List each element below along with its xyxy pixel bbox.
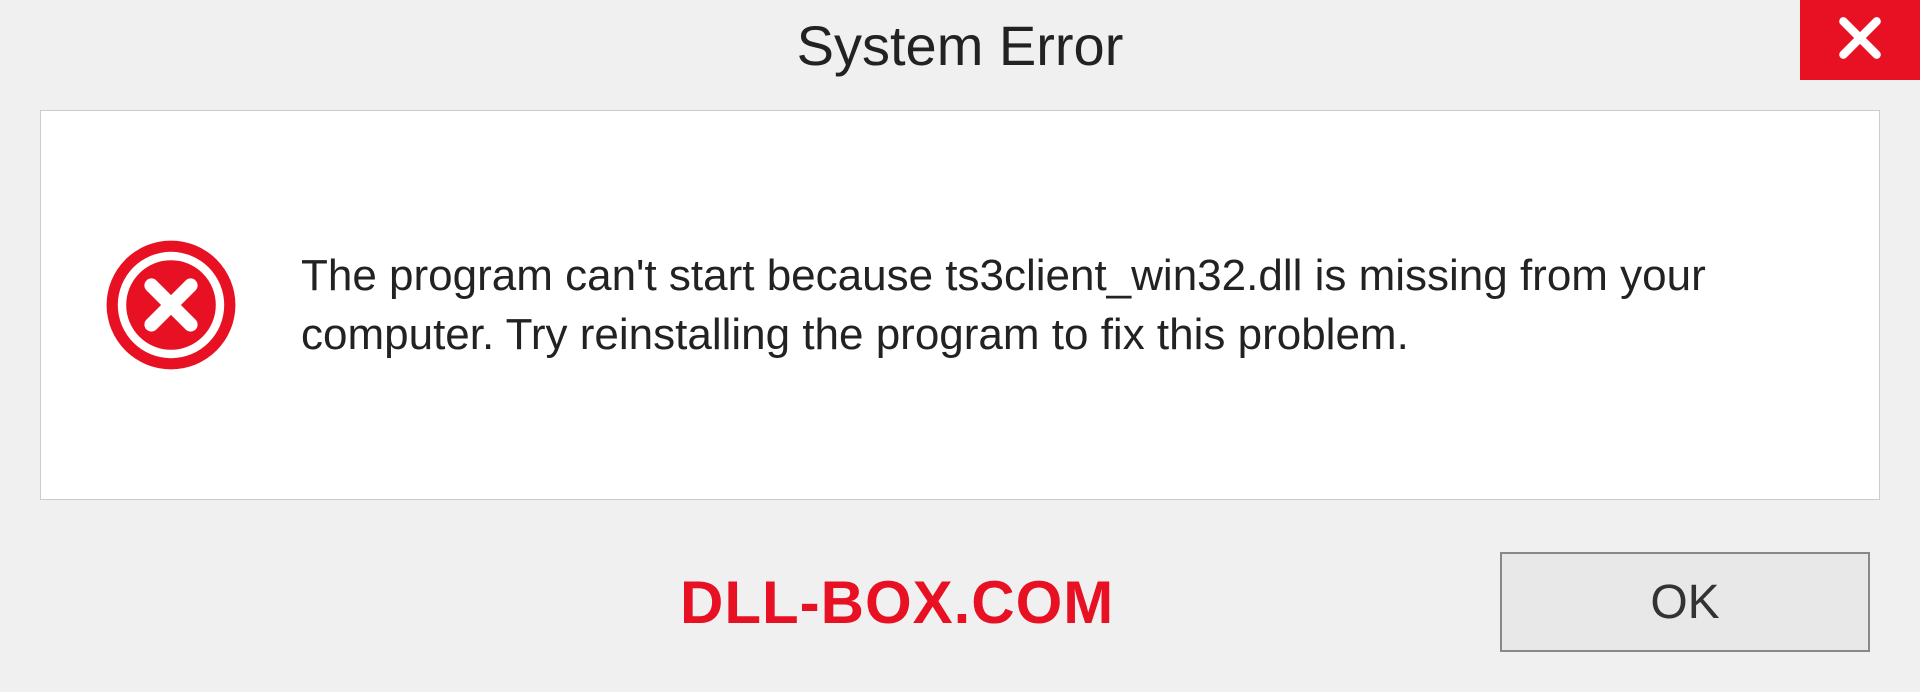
- dialog-footer: DLL-BOX.COM OK: [0, 552, 1920, 652]
- dialog-title: System Error: [797, 13, 1124, 78]
- titlebar: System Error: [0, 0, 1920, 90]
- dialog-content: The program can't start because ts3clien…: [40, 110, 1880, 500]
- error-icon: [101, 235, 241, 375]
- watermark-text: DLL-BOX.COM: [680, 568, 1114, 637]
- ok-button[interactable]: OK: [1500, 552, 1870, 652]
- close-icon: [1835, 13, 1885, 68]
- error-message: The program can't start because ts3clien…: [301, 246, 1819, 365]
- close-button[interactable]: [1800, 0, 1920, 80]
